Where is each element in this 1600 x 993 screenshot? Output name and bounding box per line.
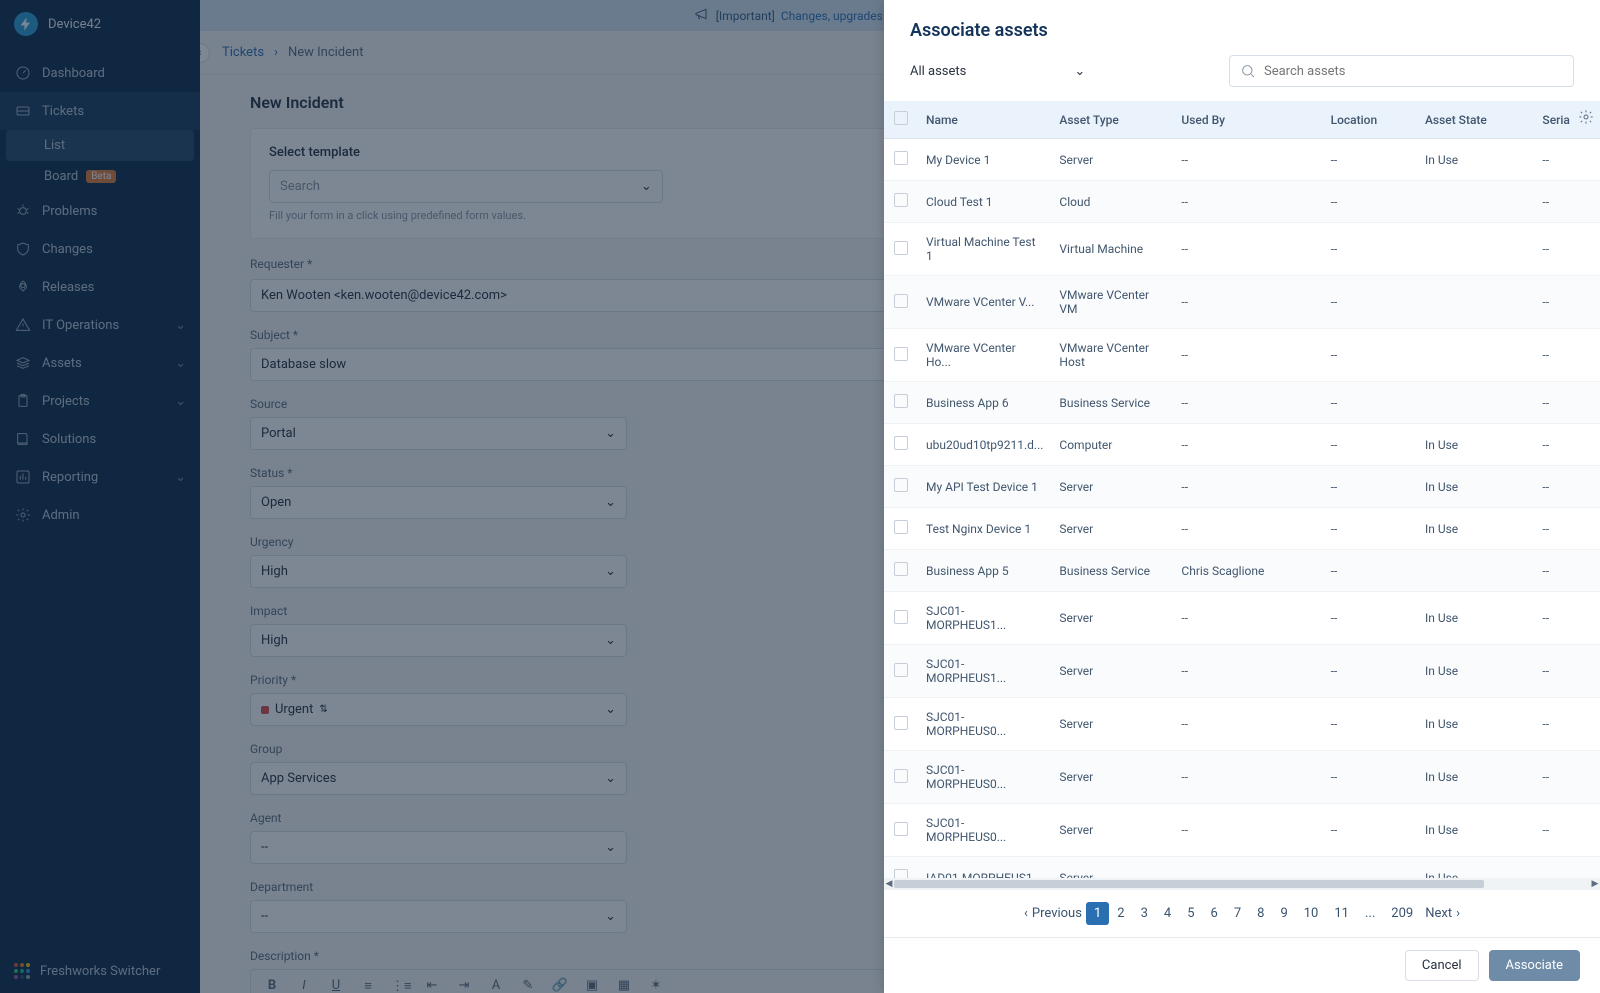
- search-icon: [1240, 63, 1256, 79]
- table-row[interactable]: Cloud Test 1Cloud------: [884, 181, 1600, 223]
- col-asset-state[interactable]: Asset State: [1417, 101, 1534, 139]
- row-checkbox[interactable]: [894, 520, 908, 534]
- next-page[interactable]: Next ›: [1425, 906, 1460, 921]
- col-asset-type[interactable]: Asset Type: [1051, 101, 1173, 139]
- associate-button[interactable]: Associate: [1489, 950, 1581, 981]
- table-row[interactable]: SJC01-MORPHEUS1...Server----In Use--: [884, 592, 1600, 645]
- col-name[interactable]: Name: [918, 101, 1051, 139]
- table-row[interactable]: Virtual Machine Test 1Virtual Machine---…: [884, 223, 1600, 276]
- table-row[interactable]: Business App 6Business Service------: [884, 382, 1600, 424]
- row-checkbox[interactable]: [894, 394, 908, 408]
- page-8[interactable]: 8: [1249, 902, 1272, 925]
- page-1[interactable]: 1: [1086, 902, 1109, 925]
- row-checkbox[interactable]: [894, 610, 908, 624]
- cancel-button[interactable]: Cancel: [1405, 950, 1479, 981]
- page-4[interactable]: 4: [1156, 902, 1179, 925]
- row-checkbox[interactable]: [894, 151, 908, 165]
- page-10[interactable]: 10: [1296, 902, 1327, 925]
- table-row[interactable]: My Device 1Server----In Use--: [884, 139, 1600, 181]
- page-2[interactable]: 2: [1109, 902, 1132, 925]
- row-checkbox[interactable]: [894, 241, 908, 255]
- page-9[interactable]: 9: [1272, 902, 1295, 925]
- row-checkbox[interactable]: [894, 478, 908, 492]
- row-checkbox[interactable]: [894, 193, 908, 207]
- table-row[interactable]: SJC01-MORPHEUS0...Server----In Use--: [884, 751, 1600, 804]
- table-row[interactable]: IAD01-MORPHEUS1...Server----In Use--: [884, 857, 1600, 879]
- scroll-right-icon[interactable]: ▶: [1590, 879, 1600, 889]
- page-5[interactable]: 5: [1179, 902, 1202, 925]
- page-6[interactable]: 6: [1203, 902, 1226, 925]
- scroll-left-icon[interactable]: ◀: [884, 879, 894, 889]
- table-row[interactable]: ubu20ud10tp9211.d...Computer----In Use--: [884, 424, 1600, 466]
- row-checkbox[interactable]: [894, 436, 908, 450]
- asset-filter-dropdown[interactable]: All assets ⌄: [910, 64, 1085, 79]
- row-checkbox[interactable]: [894, 769, 908, 783]
- page-209[interactable]: 209: [1383, 902, 1421, 925]
- table-row[interactable]: Business App 5Business ServiceChris Scag…: [884, 550, 1600, 592]
- row-checkbox[interactable]: [894, 716, 908, 730]
- prev-page[interactable]: ‹ Previous: [1024, 906, 1082, 921]
- table-settings-icon[interactable]: [1576, 107, 1596, 127]
- asset-search[interactable]: [1229, 55, 1574, 87]
- chevron-down-icon: ⌄: [1074, 64, 1085, 79]
- table-row[interactable]: Test Nginx Device 1Server----In Use--: [884, 508, 1600, 550]
- horizontal-scrollbar[interactable]: ◀ ▶: [884, 878, 1600, 890]
- select-all-checkbox[interactable]: [894, 111, 908, 125]
- row-checkbox[interactable]: [894, 562, 908, 576]
- panel-title: Associate assets: [910, 20, 1574, 41]
- asset-table: NameAsset TypeUsed ByLocationAsset State…: [884, 101, 1600, 878]
- row-checkbox[interactable]: [894, 294, 908, 308]
- col-used-by[interactable]: Used By: [1173, 101, 1322, 139]
- page-11[interactable]: 11: [1326, 902, 1357, 925]
- table-row[interactable]: VMware VCenter Ho...VMware VCenter Host-…: [884, 329, 1600, 382]
- page-3[interactable]: 3: [1133, 902, 1156, 925]
- table-row[interactable]: My API Test Device 1Server----In Use--: [884, 466, 1600, 508]
- col-location[interactable]: Location: [1323, 101, 1417, 139]
- row-checkbox[interactable]: [894, 869, 908, 878]
- pagination: ‹ Previous 1234567891011...209 Next ›: [884, 890, 1600, 937]
- page-...[interactable]: ...: [1357, 902, 1383, 925]
- table-row[interactable]: SJC01-MORPHEUS0...Server----In Use--: [884, 698, 1600, 751]
- table-row[interactable]: SJC01-MORPHEUS1...Server----In Use--: [884, 645, 1600, 698]
- table-row[interactable]: VMware VCenter V...VMware VCenter VM----…: [884, 276, 1600, 329]
- table-row[interactable]: SJC01-MORPHEUS0...Server----In Use--: [884, 804, 1600, 857]
- associate-assets-panel: Associate assets All assets ⌄ NameAsset …: [884, 0, 1600, 993]
- row-checkbox[interactable]: [894, 347, 908, 361]
- row-checkbox[interactable]: [894, 822, 908, 836]
- row-checkbox[interactable]: [894, 663, 908, 677]
- page-7[interactable]: 7: [1226, 902, 1249, 925]
